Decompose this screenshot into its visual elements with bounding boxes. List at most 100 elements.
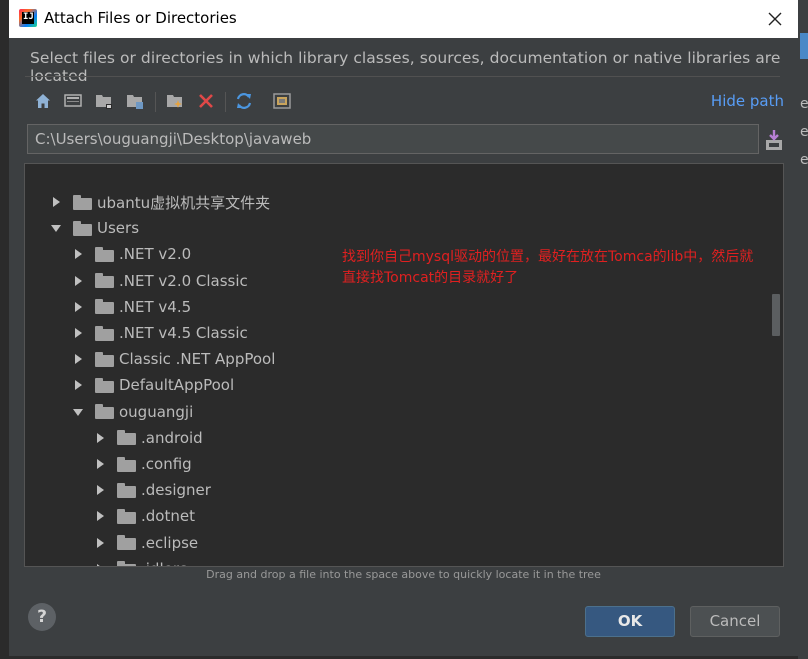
help-button[interactable]: ? [28,603,56,631]
home-button[interactable] [30,88,56,114]
drag-drop-hint: Drag and drop a file into the space abov… [206,568,601,581]
background-accent [800,33,808,59]
expand-arrow-icon[interactable] [71,247,85,261]
folder-icon [73,194,92,210]
tree-item-label: .config [141,455,192,473]
tree-item-label: .NET v2.0 Classic [119,271,248,290]
tree-item-label: .dotnet [141,507,195,526]
tree-row[interactable]: Users [49,215,139,241]
collapse-arrow-icon[interactable] [49,221,63,235]
show-hidden-icon [273,93,291,109]
close-button[interactable] [762,6,788,32]
new-folder-icon [167,95,182,108]
delete-button[interactable] [193,88,219,114]
folder-icon [117,508,136,524]
tree-row[interactable]: .config [93,451,192,477]
expand-arrow-icon[interactable] [93,431,107,445]
tree-row[interactable]: .NET v2.0 Classic [71,268,248,294]
expand-arrow-icon[interactable] [93,562,107,566]
desktop-icon [64,94,82,107]
path-input[interactable]: C:\Users\ouguangji\Desktop\javaweb [27,124,759,154]
cancel-button[interactable]: Cancel [690,606,780,637]
project-icon [96,95,112,109]
expand-arrow-icon[interactable] [93,509,107,523]
show-hidden-button[interactable] [269,88,295,114]
download-icon [766,130,782,150]
tree-item-label: .designer [141,481,211,500]
expand-arrow-icon[interactable] [93,457,107,471]
project-button[interactable] [91,88,117,114]
tree-row[interactable]: .NET v2.0 [71,241,191,267]
tree-row[interactable]: .eclipse [93,530,198,556]
desktop-button[interactable] [60,88,86,114]
close-icon [768,12,782,26]
tree-row[interactable]: .NET v4.5 Classic [71,320,248,346]
refresh-button[interactable] [231,88,257,114]
tree-item-label: DefaultAppPool [119,376,235,395]
folder-icon [117,456,136,472]
folder-icon [95,404,114,420]
expand-arrow-icon[interactable] [71,352,85,366]
tree-row[interactable]: .designer [93,477,211,503]
title-bar: IJ Attach Files or Directories [9,0,798,38]
folder-icon [95,273,114,289]
module-icon [127,95,143,109]
folder-icon [95,299,114,315]
tree-row[interactable]: .NET v4.5 [71,294,191,320]
folder-icon [73,220,92,236]
app-icon-label: IJ [23,12,34,22]
divider [25,76,780,77]
scrollbar-thumb[interactable] [772,294,780,336]
new-folder-button[interactable] [162,88,188,114]
folder-icon [117,482,136,498]
delete-icon [199,94,213,108]
module-button[interactable] [122,88,148,114]
folder-icon [95,246,114,262]
red-annotation: 找到你自己mysql驱动的位置，最好在放在Tomca的lib中，然后就 直接找T… [342,247,783,289]
home-icon [36,94,50,108]
expand-arrow-icon[interactable] [93,483,107,497]
ok-button[interactable]: OK [585,606,675,637]
intellij-app-icon: IJ [19,9,37,27]
expand-arrow-icon[interactable] [71,274,85,288]
folder-icon [95,351,114,367]
tree-row[interactable]: .android [93,425,203,451]
folder-icon [95,325,114,341]
path-download-button[interactable] [763,128,785,152]
tree-item-label: .android [141,428,203,447]
expand-arrow-icon[interactable] [71,378,85,392]
tree-item-label: ubantu虚拟机共享文件夹 [97,193,271,212]
tree-item-label: .eclipse [141,533,199,552]
tree-row[interactable]: ubantu虚拟机共享文件夹 [49,189,270,215]
hide-path-link[interactable]: Hide path [711,92,784,110]
tree-row[interactable]: Classic .NET AppPool [71,346,275,372]
toolbar-separator [155,92,156,112]
tree-item-label: .NET v4.5 [119,297,192,316]
dialog-description: Select files or directories in which lib… [30,49,781,85]
annotation-line-2: 直接找Tomcat的目录就好了 [342,270,519,286]
collapse-arrow-icon[interactable] [71,405,85,419]
refresh-icon [236,93,252,109]
expand-arrow-icon[interactable] [93,536,107,550]
tree-item-label: .NET v4.5 Classic [119,324,248,342]
expand-arrow-icon[interactable] [71,300,85,314]
toolbar-separator [225,92,226,112]
expand-arrow-icon[interactable] [71,326,85,340]
folder-icon [95,377,114,393]
tree-row[interactable]: ouguangji [71,399,193,425]
expand-arrow-icon[interactable] [49,195,63,209]
tree-item-label: Users [97,219,140,238]
window-title: Attach Files or Directories [44,9,237,27]
background-char: e [800,96,808,112]
tree-item-label: .idlerc [141,560,187,566]
tree-row[interactable]: .dotnet [93,503,195,529]
background-char: e [800,124,808,140]
background-char: e [800,152,808,168]
attach-dialog: Select files or directories in which lib… [9,38,798,656]
folder-icon [117,561,136,566]
file-tree[interactable]: 找到你自己mysql驱动的位置，最好在放在Tomca的lib中，然后就 直接找T… [24,163,784,567]
tree-row[interactable]: DefaultAppPool [71,372,234,398]
tree-row[interactable]: .idlerc [93,556,187,566]
folder-icon [117,535,136,551]
folder-icon [117,430,136,446]
